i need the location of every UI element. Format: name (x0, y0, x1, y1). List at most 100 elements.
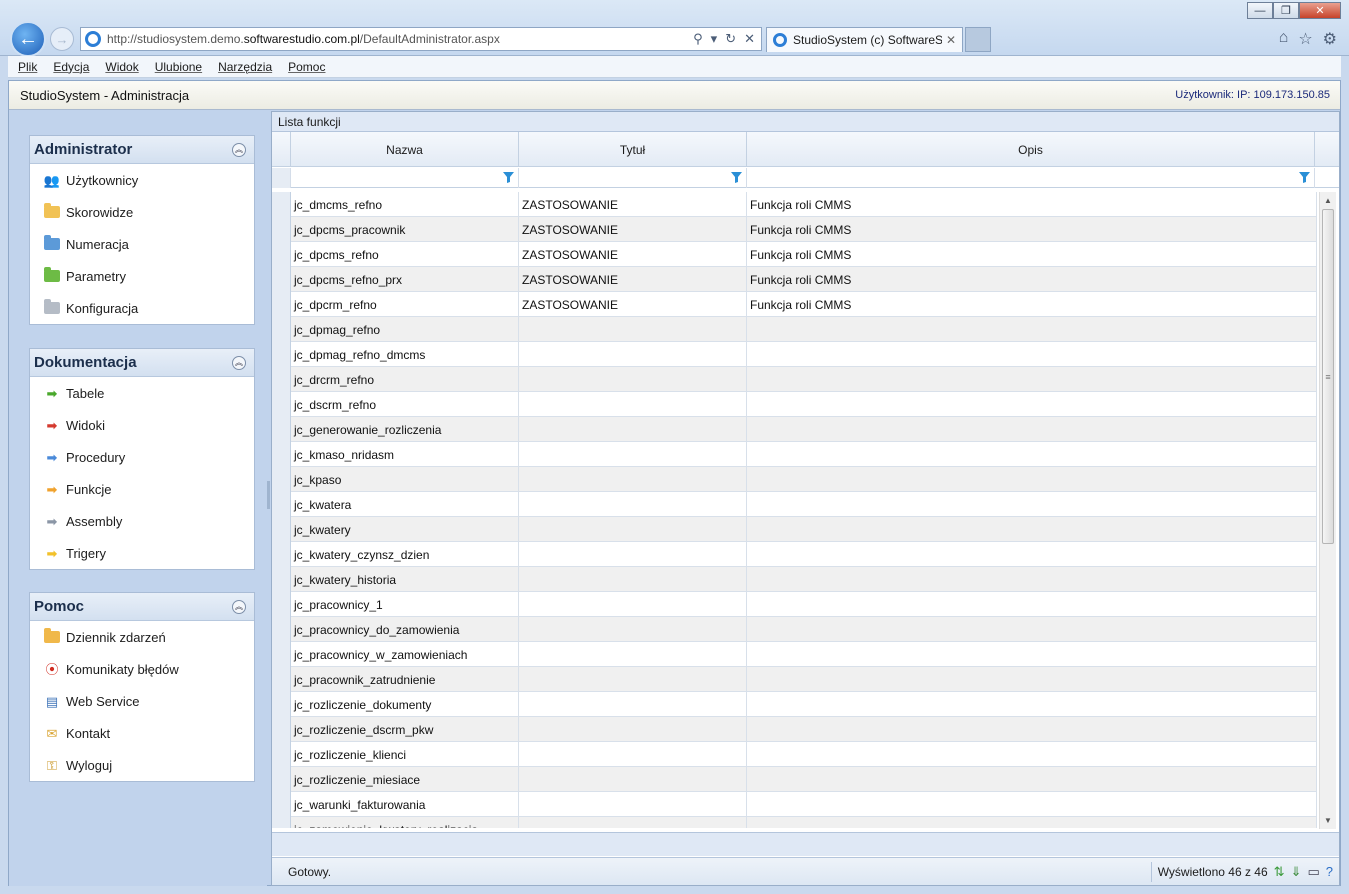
menu-edycja[interactable]: Edycja (53, 60, 89, 74)
filter-icon[interactable] (503, 172, 514, 183)
refresh-grid-icon[interactable]: ⇅ (1274, 864, 1285, 880)
row-selector[interactable] (272, 192, 291, 217)
scroll-down-arrow[interactable]: ▼ (1320, 812, 1336, 829)
table-row[interactable]: jc_dpcms_refno ZASTOSOWANIE Funkcja roli C… (272, 242, 1317, 267)
table-row[interactable]: jc_kwatera (272, 492, 1317, 517)
sidebar-item-skorowidze[interactable]: Skorowidze (30, 196, 254, 228)
row-selector[interactable] (272, 742, 291, 767)
sidebar-item-numeracja[interactable]: Numeracja (30, 228, 254, 260)
scroll-up-arrow[interactable]: ▲ (1320, 192, 1336, 209)
row-selector[interactable] (272, 267, 291, 292)
vertical-scrollbar[interactable]: ▲ ≡ ▼ (1319, 192, 1336, 829)
row-selector[interactable] (272, 367, 291, 392)
menu-narzedzia[interactable]: Narzędzia (218, 60, 272, 74)
row-selector[interactable] (272, 467, 291, 492)
table-row[interactable]: jc_pracownicy_w_zamowieniach (272, 642, 1317, 667)
column-header-nazwa[interactable]: Nazwa (291, 132, 519, 167)
sidebar-item-trigery[interactable]: ➡ Trigery (30, 537, 254, 569)
filter-cell-tytul[interactable] (519, 168, 747, 188)
table-row[interactable]: jc_pracownicy_do_zamowienia (272, 617, 1317, 642)
row-selector[interactable] (272, 667, 291, 692)
collapse-icon[interactable]: ︽ (232, 599, 246, 614)
table-row[interactable]: jc_dmcms_refno ZASTOSOWANIE Funkcja roli C… (272, 192, 1317, 217)
sidebar-item-widoki[interactable]: ➡ Widoki (30, 409, 254, 441)
sidebar-item-funkcje[interactable]: ➡ Funkcje (30, 473, 254, 505)
maximize-button[interactable]: ❐ (1273, 2, 1299, 19)
sidebar-item-tabele[interactable]: ➡ Tabele (30, 377, 254, 409)
close-window-button[interactable]: ✕ (1299, 2, 1341, 19)
menu-plik[interactable]: Plik (18, 60, 37, 74)
print-icon[interactable]: ▭ (1307, 864, 1319, 880)
column-header-tytul[interactable]: Tytuł (519, 132, 747, 167)
dropdown-icon[interactable]: ▾ (711, 31, 718, 47)
minimize-button[interactable]: — (1247, 2, 1273, 19)
home-icon[interactable]: ⌂ (1279, 29, 1289, 49)
table-row[interactable]: jc_dpmag_refno (272, 317, 1317, 342)
table-row[interactable]: jc_dpcms_pracownik ZASTOSOWANIE Funkcja ro… (272, 217, 1317, 242)
row-selector[interactable] (272, 342, 291, 367)
table-row[interactable]: jc_kwatery (272, 517, 1317, 542)
filter-icon[interactable] (731, 172, 742, 183)
panel-header[interactable]: Pomoc ︽ (30, 593, 254, 621)
table-row[interactable]: jc_dpcms_refno_prx ZASTOSOWANIE Funkcja ro… (272, 267, 1317, 292)
row-selector[interactable] (272, 442, 291, 467)
filter-icon[interactable] (1299, 172, 1310, 183)
collapse-icon[interactable]: ︽ (232, 142, 246, 157)
sidebar-item-assembly[interactable]: ➡ Assembly (30, 505, 254, 537)
row-selector[interactable] (272, 617, 291, 642)
table-row[interactable]: jc_kmaso_nridasm (272, 442, 1317, 467)
panel-header[interactable]: Administrator ︽ (30, 136, 254, 164)
row-selector[interactable] (272, 317, 291, 342)
row-selector[interactable] (272, 242, 291, 267)
row-selector[interactable] (272, 392, 291, 417)
table-row[interactable]: jc_drcrm_refno (272, 367, 1317, 392)
table-row[interactable]: jc_rozliczenie_klienci (272, 742, 1317, 767)
search-icon[interactable]: ⚲ (693, 31, 703, 47)
filter-cell-opis[interactable] (747, 168, 1315, 188)
table-row[interactable]: jc_pracownik_zatrudnienie (272, 667, 1317, 692)
panel-header[interactable]: Dokumentacja ︽ (30, 349, 254, 377)
sidebar-item-procedury[interactable]: ➡ Procedury (30, 441, 254, 473)
sidebar-item-dziennik[interactable]: Dziennik zdarzeń (30, 621, 254, 653)
menu-widok[interactable]: Widok (105, 60, 138, 74)
row-selector[interactable] (272, 492, 291, 517)
row-selector[interactable] (272, 642, 291, 667)
menu-pomoc[interactable]: Pomoc (288, 60, 325, 74)
tab-close-icon[interactable]: ✕ (946, 33, 956, 47)
sidebar-item-konfiguracja[interactable]: Konfiguracja (30, 292, 254, 324)
table-row[interactable]: jc_dpcrm_refno ZASTOSOWANIE Funkcja roli C… (272, 292, 1317, 317)
row-selector[interactable] (272, 717, 291, 742)
sidebar-item-wyloguj[interactable]: ⚿ Wyloguj (30, 749, 254, 781)
row-selector[interactable] (272, 567, 291, 592)
favorites-star-icon[interactable]: ☆ (1298, 29, 1312, 49)
row-selector[interactable] (272, 292, 291, 317)
table-row[interactable]: jc_rozliczenie_miesiace (272, 767, 1317, 792)
sidebar-item-kontakt[interactable]: ✉ Kontakt (30, 717, 254, 749)
browser-tab[interactable]: StudioSystem (c) SoftwareS... ✕ (766, 27, 963, 52)
new-tab-button[interactable] (965, 27, 991, 52)
sidebar-item-web-service[interactable]: ▤ Web Service (30, 685, 254, 717)
collapse-icon[interactable]: ︽ (232, 355, 246, 370)
row-selector[interactable] (272, 767, 291, 792)
scroll-thumb[interactable]: ≡ (1322, 209, 1334, 544)
table-row[interactable]: jc_rozliczenie_dokumenty (272, 692, 1317, 717)
help-icon[interactable]: ? (1326, 864, 1333, 880)
filter-cell-nazwa[interactable] (291, 168, 519, 188)
table-row[interactable]: jc_pracownicy_1 (272, 592, 1317, 617)
table-row[interactable]: jc_kpaso (272, 467, 1317, 492)
table-row[interactable]: jc_warunki_fakturowania (272, 792, 1317, 817)
table-row[interactable]: jc_rozliczenie_dscrm_pkw (272, 717, 1317, 742)
row-selector[interactable] (272, 592, 291, 617)
back-button[interactable]: ← (10, 21, 46, 57)
table-row[interactable]: jc_kwatery_czynsz_dzien (272, 542, 1317, 567)
row-selector[interactable] (272, 417, 291, 442)
address-url[interactable]: http://studiosystem.demo.softwarestudio.… (107, 32, 693, 46)
row-selector[interactable] (272, 692, 291, 717)
row-selector[interactable] (272, 517, 291, 542)
sidebar-item-komunikaty[interactable]: ⦿ Komunikaty błędów (30, 653, 254, 685)
table-row[interactable]: jc_dscrm_refno (272, 392, 1317, 417)
row-selector[interactable] (272, 817, 291, 828)
table-row[interactable]: jc_dpmag_refno_dmcms (272, 342, 1317, 367)
row-selector[interactable] (272, 217, 291, 242)
row-selector[interactable] (272, 542, 291, 567)
